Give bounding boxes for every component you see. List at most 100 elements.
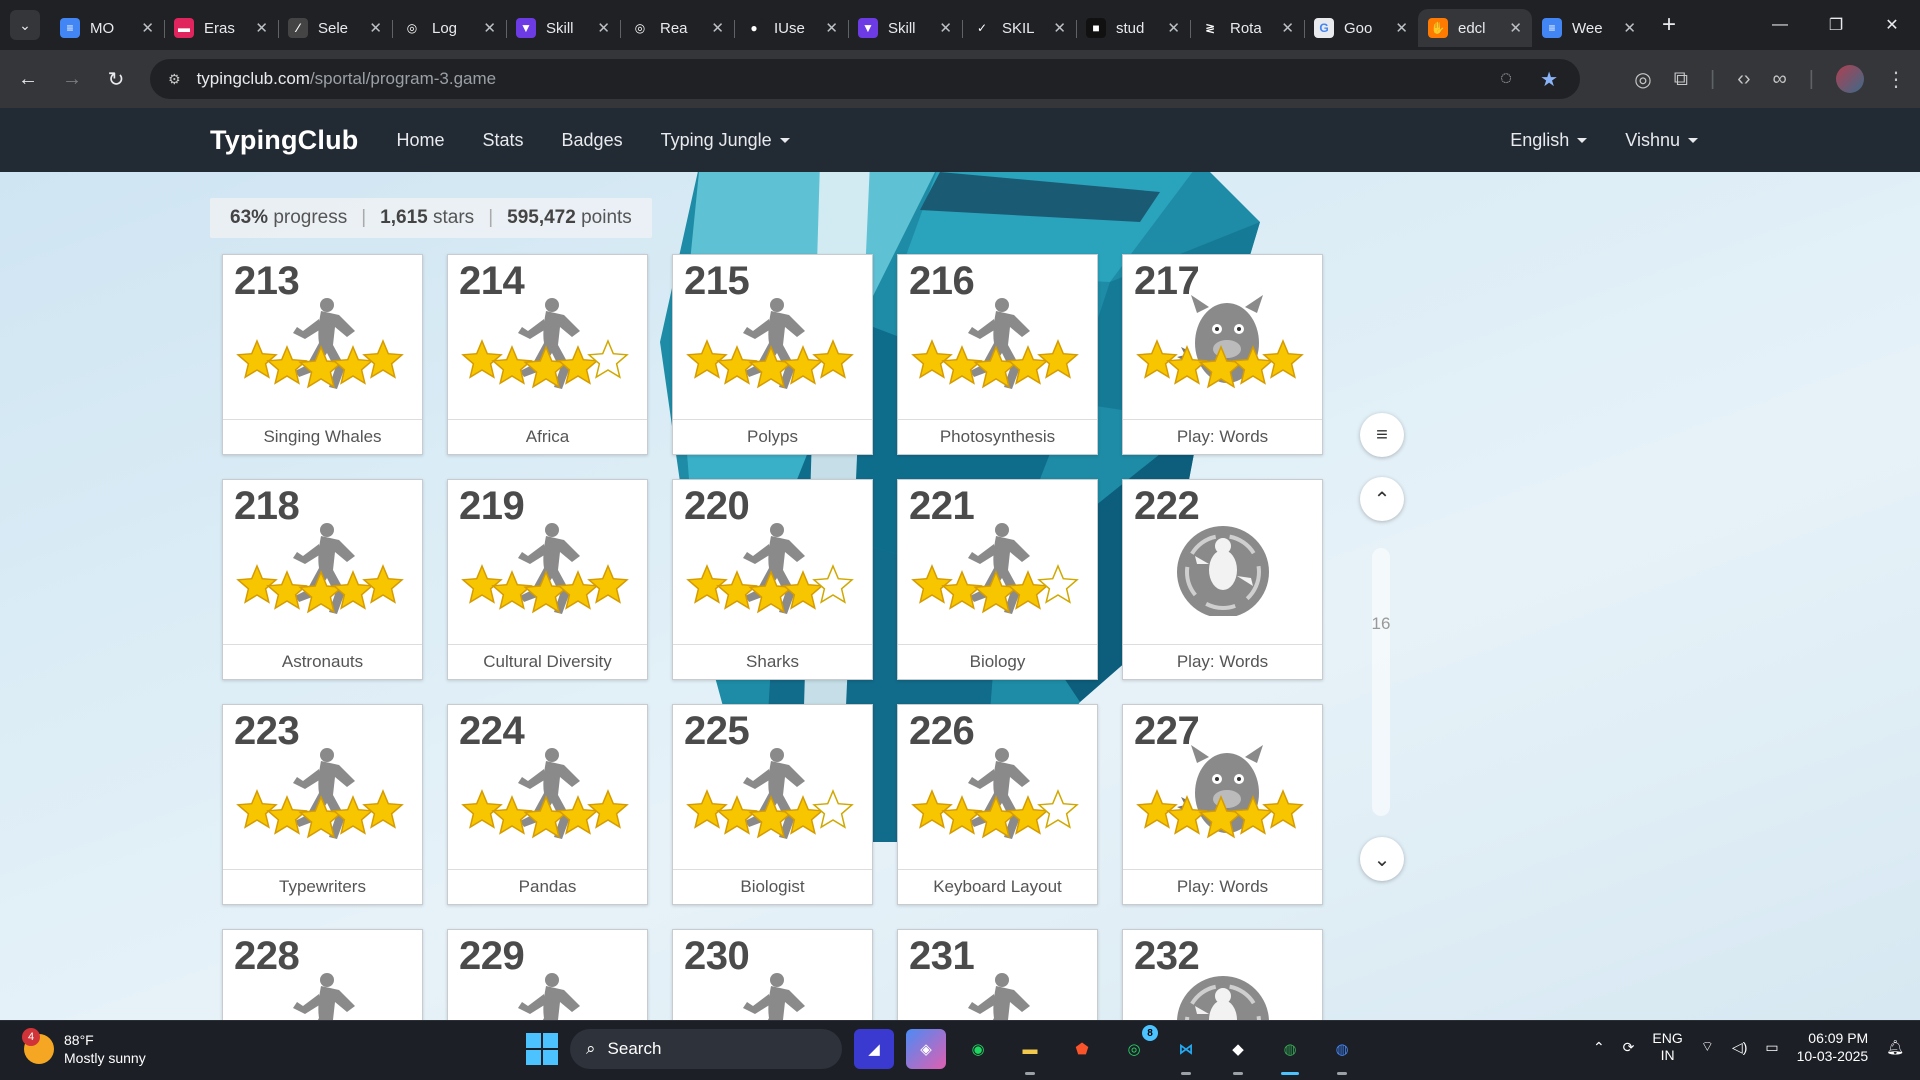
close-tab-icon[interactable]: ✕ bbox=[141, 19, 154, 37]
lesson-card[interactable]: 220 Sharks bbox=[672, 479, 873, 680]
lesson-card[interactable]: 232 bbox=[1122, 929, 1323, 1020]
volume-icon[interactable]: ◁) bbox=[1732, 1039, 1747, 1056]
browser-tab[interactable]: ▼ Skill ✕ bbox=[506, 9, 620, 47]
app-icon-leaf[interactable]: ◆ bbox=[1218, 1029, 1258, 1075]
battery-icon[interactable]: ▭ bbox=[1765, 1039, 1778, 1056]
user-menu[interactable]: Vishnu bbox=[1625, 130, 1698, 151]
lesson-card[interactable]: 214 Africa bbox=[447, 254, 648, 455]
lesson-card[interactable]: 227 Play: Words bbox=[1122, 704, 1323, 905]
close-tab-icon[interactable]: ✕ bbox=[825, 19, 838, 37]
extensions-puzzle-icon[interactable]: ⧉ bbox=[1674, 68, 1688, 91]
tab-search-button[interactable]: ⌄ bbox=[10, 10, 40, 40]
browser-tab[interactable]: ≷ Rota ✕ bbox=[1190, 9, 1304, 47]
brand-logo[interactable]: TypingClub bbox=[210, 125, 358, 156]
notification-bell-icon[interactable]: 🔔︎ bbox=[1886, 1039, 1904, 1056]
reload-button[interactable]: ↻ bbox=[96, 59, 136, 99]
lesson-card[interactable]: 222 Play: Words bbox=[1122, 479, 1323, 680]
browser-tab[interactable]: ◎ Log ✕ bbox=[392, 9, 506, 47]
app-icon-editor[interactable]: ◢ bbox=[854, 1029, 894, 1069]
region-code: IN bbox=[1660, 1047, 1675, 1063]
tab-title: IUse bbox=[774, 19, 805, 37]
nav-badges[interactable]: Badges bbox=[562, 130, 623, 151]
lesson-card[interactable]: 223 Typewriters bbox=[222, 704, 423, 905]
browser-tab[interactable]: ● IUse ✕ bbox=[734, 9, 848, 47]
sync-icon[interactable]: ⟳ bbox=[1623, 1039, 1635, 1056]
nav-stats[interactable]: Stats bbox=[483, 130, 524, 151]
browser-tab[interactable]: ✋ edcl ✕ bbox=[1418, 9, 1532, 47]
nav-home[interactable]: Home bbox=[396, 130, 444, 151]
lesson-card[interactable]: 215 Polyps bbox=[672, 254, 873, 455]
chevron-up-icon[interactable]: ⌃ bbox=[1593, 1039, 1605, 1056]
code-icon[interactable]: ‹› bbox=[1737, 68, 1750, 91]
close-tab-icon[interactable]: ✕ bbox=[1395, 19, 1408, 37]
close-tab-icon[interactable]: ✕ bbox=[597, 19, 610, 37]
new-tab-button[interactable]: + bbox=[1662, 11, 1676, 39]
minimize-button[interactable]: — bbox=[1752, 0, 1808, 50]
browser-tab[interactable]: ■ stud ✕ bbox=[1076, 9, 1190, 47]
close-tab-icon[interactable]: ✕ bbox=[1509, 19, 1522, 37]
extension-target-icon[interactable]: ◎ bbox=[1634, 67, 1651, 92]
restore-button[interactable]: ❐ bbox=[1808, 0, 1864, 50]
browser-tab[interactable]: ≡ Wee ✕ bbox=[1532, 9, 1646, 47]
close-tab-icon[interactable]: ✕ bbox=[483, 19, 496, 37]
scroll-down-button[interactable]: ⌄ bbox=[1360, 837, 1404, 881]
language-menu[interactable]: English bbox=[1510, 130, 1588, 151]
address-bar[interactable]: ⚙ typingclub.com/sportal/program-3.game … bbox=[150, 59, 1580, 99]
lesson-card[interactable]: 224 Pandas bbox=[447, 704, 648, 905]
bookmark-star-icon[interactable]: ★ bbox=[1540, 67, 1558, 92]
whatsapp-icon[interactable]: ◎ 8 bbox=[1114, 1025, 1158, 1069]
menu-button[interactable]: ≡ bbox=[1360, 413, 1404, 457]
taskbar-search[interactable]: ⌕ Search bbox=[570, 1029, 842, 1069]
vscode-icon[interactable]: ⋈ bbox=[1166, 1029, 1206, 1075]
browser-tab[interactable]: ▬ Eras ✕ bbox=[164, 9, 278, 47]
copilot-icon[interactable]: ◈ bbox=[906, 1029, 946, 1069]
scroll-up-button[interactable]: ⌃ bbox=[1360, 477, 1404, 521]
lesson-card[interactable]: 226 Keyboard Layout bbox=[897, 704, 1098, 905]
lesson-card[interactable]: 229 bbox=[447, 929, 648, 1020]
site-info-icon[interactable]: ⚙ bbox=[168, 71, 181, 88]
profile-avatar[interactable] bbox=[1836, 65, 1864, 93]
close-tab-icon[interactable]: ✕ bbox=[369, 19, 382, 37]
eye-off-icon[interactable]: ◌ bbox=[1500, 67, 1512, 92]
close-tab-icon[interactable]: ✕ bbox=[1053, 19, 1066, 37]
lesson-card[interactable]: 230 bbox=[672, 929, 873, 1020]
close-tab-icon[interactable]: ✕ bbox=[1281, 19, 1294, 37]
more-menu-icon[interactable]: ⋮ bbox=[1886, 67, 1906, 92]
browser-tab[interactable]: ⁄ Sele ✕ bbox=[278, 9, 392, 47]
browser-tab[interactable]: ≡ MO ✕ bbox=[50, 9, 164, 47]
close-tab-icon[interactable]: ✕ bbox=[711, 19, 724, 37]
chrome-profile-icon[interactable]: ◍ bbox=[1322, 1029, 1362, 1075]
browser-tab[interactable]: ✓ SKIL ✕ bbox=[962, 9, 1076, 47]
link-icon[interactable]: ∞ bbox=[1773, 68, 1787, 91]
lesson-card[interactable]: 218 Astronauts bbox=[222, 479, 423, 680]
spotify-icon[interactable]: ◉ bbox=[958, 1029, 998, 1069]
lesson-card[interactable]: 216 Photosynthesis bbox=[897, 254, 1098, 455]
wifi-icon[interactable]: ⌔ bbox=[1701, 1038, 1714, 1056]
browser-tab[interactable]: ▼ Skill ✕ bbox=[848, 9, 962, 47]
back-button[interactable]: ← bbox=[8, 59, 48, 99]
nav-typing-jungle[interactable]: Typing Jungle bbox=[661, 130, 790, 151]
lesson-card[interactable]: 228 bbox=[222, 929, 423, 1020]
close-tab-icon[interactable]: ✕ bbox=[255, 19, 268, 37]
clock[interactable]: 06:09 PM 10-03-2025 bbox=[1797, 1029, 1869, 1065]
input-language[interactable]: ENG IN bbox=[1652, 1030, 1682, 1064]
lesson-card[interactable]: 231 bbox=[897, 929, 1098, 1020]
forward-button[interactable]: → bbox=[52, 59, 92, 99]
close-window-button[interactable]: ✕ bbox=[1864, 0, 1920, 50]
close-tab-icon[interactable]: ✕ bbox=[1623, 19, 1636, 37]
lesson-card[interactable]: 213 Singing Whales bbox=[222, 254, 423, 455]
chrome-icon[interactable]: ◍ bbox=[1270, 1029, 1310, 1075]
close-tab-icon[interactable]: ✕ bbox=[939, 19, 952, 37]
browser-tab[interactable]: G Goo ✕ bbox=[1304, 9, 1418, 47]
lesson-card[interactable]: 221 Biology bbox=[897, 479, 1098, 680]
start-button[interactable] bbox=[526, 1033, 558, 1065]
scroll-track[interactable] bbox=[1372, 548, 1390, 816]
lesson-card[interactable]: 217 Play: Words bbox=[1122, 254, 1323, 455]
lesson-card[interactable]: 219 Cultural Diversity bbox=[447, 479, 648, 680]
close-tab-icon[interactable]: ✕ bbox=[1167, 19, 1180, 37]
weather-widget[interactable]: 4 88°F Mostly sunny bbox=[22, 1028, 146, 1067]
lesson-card[interactable]: 225 Biologist bbox=[672, 704, 873, 905]
brave-icon[interactable]: ⬟ bbox=[1062, 1029, 1102, 1069]
file-explorer-icon[interactable]: ▬ bbox=[1010, 1029, 1050, 1075]
browser-tab[interactable]: ◎ Rea ✕ bbox=[620, 9, 734, 47]
